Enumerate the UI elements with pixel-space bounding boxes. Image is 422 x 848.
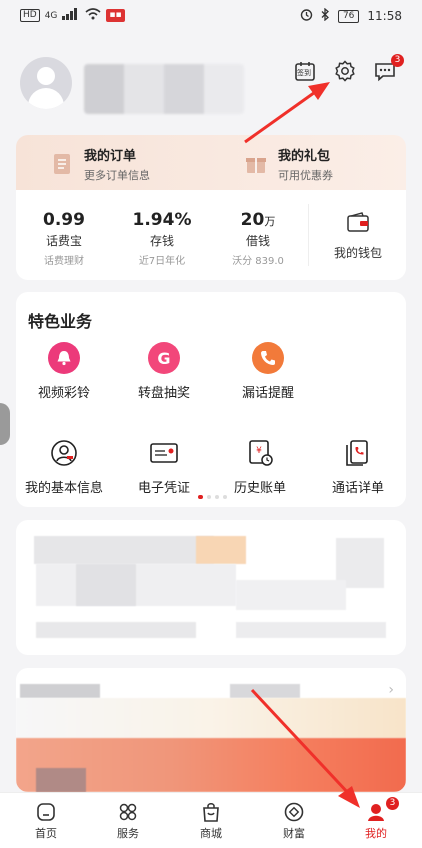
call-detail-icon xyxy=(342,437,374,469)
finance-name: 存钱 xyxy=(149,234,174,248)
finance-name: 话费宝 xyxy=(45,234,82,248)
network-type: 4G xyxy=(44,10,58,21)
lottery-glyph: G xyxy=(157,348,171,368)
tab-profile[interactable]: 我的 3 xyxy=(334,797,418,841)
feature-e-voucher[interactable]: 电子凭证 xyxy=(124,437,204,496)
tab-profile-badge: 3 xyxy=(386,797,399,810)
settings-button[interactable] xyxy=(332,58,358,84)
video-ringtone-icon xyxy=(48,342,80,374)
finance-sub: 近7日年化 xyxy=(138,256,186,267)
tab-home[interactable]: 首页 xyxy=(4,799,88,841)
gift-icon xyxy=(244,152,268,176)
quick-links: 我的订单 更多订单信息 我的礼包 可用优惠券 xyxy=(16,135,406,190)
feature-label: 视频彩铃 xyxy=(37,386,90,401)
features-card: 特色业务 视频彩铃 G 转盘抽奖 漏话提醒 我的基本信息 电子凭证 ¥ 历史账单 xyxy=(16,292,406,507)
hd-chip: HD xyxy=(20,9,40,22)
floating-side-handle[interactable] xyxy=(0,403,10,445)
wheel-lottery-icon: G xyxy=(148,342,180,374)
my-gifts-title: 我的礼包 xyxy=(278,149,331,164)
feature-call-detail[interactable]: 通话详单 xyxy=(318,437,398,496)
feature-bill-history[interactable]: ¥ 历史账单 xyxy=(220,437,300,496)
divider xyxy=(308,204,309,266)
signal-icon xyxy=(62,8,80,23)
finance-name: 借钱 xyxy=(245,234,270,248)
my-orders-link[interactable]: 我的订单 更多订单信息 xyxy=(50,145,150,183)
chevron-right-icon: › xyxy=(388,682,394,698)
finance-value: 0.99 xyxy=(43,210,85,230)
feature-video-ringtone[interactable]: 视频彩铃 xyxy=(24,342,104,401)
e-voucher-icon xyxy=(148,437,180,469)
tab-shop[interactable]: 商城 xyxy=(169,799,253,841)
my-gifts-link[interactable]: 我的礼包 可用优惠券 xyxy=(244,145,333,183)
checkin-label: 签到 xyxy=(297,69,311,77)
promo-card-blurred-2[interactable]: › xyxy=(16,668,406,792)
feature-label: 历史账单 xyxy=(233,481,286,496)
feature-label: 转盘抽奖 xyxy=(137,386,190,401)
avatar[interactable] xyxy=(20,57,72,109)
order-icon xyxy=(50,152,74,176)
service-icon xyxy=(86,799,170,825)
missed-call-icon xyxy=(252,342,284,374)
page-indicator xyxy=(198,495,227,499)
profile-icon xyxy=(334,799,418,825)
status-bar: HD 4G ▪▪ 76 11:58 xyxy=(0,0,422,30)
finance-card: 0.99 话费宝 话费理财 1.94% 存钱 近7日年化 20万 借钱 沃分 8… xyxy=(16,190,406,280)
tab-service[interactable]: 服务 xyxy=(86,799,170,841)
my-orders-subtitle: 更多订单信息 xyxy=(84,169,150,182)
finance-value: 1.94% xyxy=(132,210,192,230)
shop-icon xyxy=(169,799,253,825)
feature-label: 我的基本信息 xyxy=(24,481,103,496)
feature-label: 通话详单 xyxy=(331,481,384,496)
messages-button[interactable]: 3 xyxy=(372,54,404,84)
feature-label: 电子凭证 xyxy=(137,481,190,496)
wifi-icon xyxy=(85,8,101,23)
feature-label: 漏话提醒 xyxy=(241,386,294,401)
feature-user-info[interactable]: 我的基本信息 xyxy=(24,437,104,496)
annotation-arrowhead-settings xyxy=(308,82,330,100)
finance-item[interactable]: 20万 借钱 沃分 839.0 xyxy=(218,210,298,267)
finance-value: 20万 xyxy=(240,210,276,230)
tab-label: 服务 xyxy=(117,827,139,840)
svg-text:¥: ¥ xyxy=(256,446,262,456)
bottom-tab-bar: 首页 服务 商城 财富 我的 3 xyxy=(0,792,422,848)
finance-item[interactable]: 0.99 话费宝 话费理财 xyxy=(24,210,104,267)
finance-item[interactable]: 1.94% 存钱 近7日年化 xyxy=(122,210,202,267)
alarm-icon xyxy=(300,8,313,24)
bluetooth-icon xyxy=(321,7,330,24)
tab-wealth[interactable]: 财富 xyxy=(252,799,336,841)
battery-icon: 76 xyxy=(337,9,360,23)
wallet-label: 我的钱包 xyxy=(333,246,382,260)
features-title: 特色业务 xyxy=(28,312,93,331)
tab-label: 首页 xyxy=(35,827,57,840)
finance-sub: 沃分 839.0 xyxy=(232,256,284,267)
promo-card-blurred[interactable] xyxy=(16,520,406,655)
my-orders-title: 我的订单 xyxy=(84,149,137,164)
bill-history-icon: ¥ xyxy=(244,437,276,469)
app-notification-icon: ▪▪ xyxy=(106,9,125,22)
checkin-button[interactable]: 签到 xyxy=(292,58,318,84)
wealth-icon xyxy=(252,799,336,825)
wallet-button[interactable]: 我的钱包 xyxy=(318,212,398,261)
message-badge: 3 xyxy=(391,54,404,67)
user-name-blurred xyxy=(84,64,244,114)
clock: 11:58 xyxy=(367,9,402,23)
feature-missed-call[interactable]: 漏话提醒 xyxy=(228,342,308,401)
finance-sub: 话费理财 xyxy=(44,256,84,267)
home-icon xyxy=(4,799,88,825)
feature-wheel-lottery[interactable]: G 转盘抽奖 xyxy=(124,342,204,401)
my-gifts-subtitle: 可用优惠券 xyxy=(278,169,333,182)
user-info-icon xyxy=(48,437,80,469)
status-right: 76 11:58 xyxy=(300,7,402,24)
tab-label: 财富 xyxy=(283,827,305,840)
gear-icon xyxy=(335,60,355,82)
tab-label: 我的 xyxy=(365,827,387,840)
wallet-icon xyxy=(318,212,398,240)
status-left: HD 4G ▪▪ xyxy=(20,8,125,23)
tab-label: 商城 xyxy=(200,827,222,840)
